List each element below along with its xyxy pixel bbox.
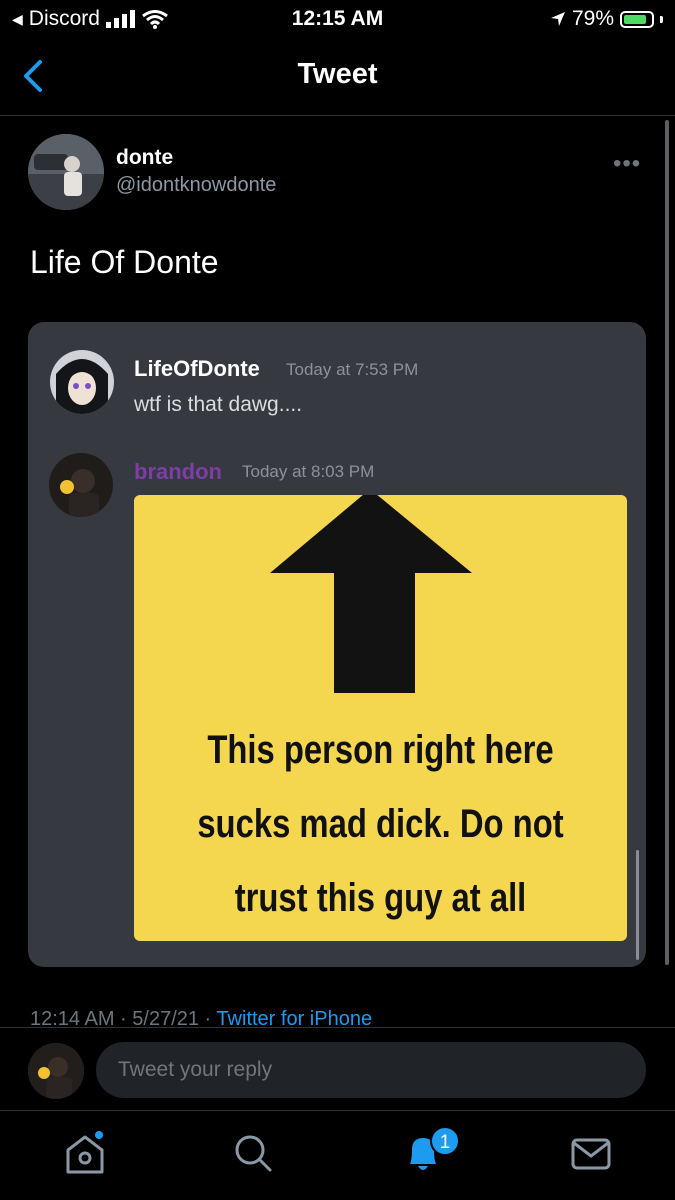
status-bar: ◀ Discord 12:15 AM 79% [0,0,675,40]
battery-icon [620,10,654,28]
user-avatar [28,1043,84,1099]
status-right: 79% [550,7,663,31]
scrollbar[interactable] [665,120,669,965]
meme-image[interactable]: This person right here sucks mad dick. D… [134,495,627,941]
reply-divider [0,1027,675,1028]
meme-caption: This person right here sucks mad dick. D… [178,713,582,935]
meme-caption-line: This person right here [207,728,554,772]
tweet-text: Life Of Donte [30,244,219,280]
message-username[interactable]: brandon [134,459,222,485]
search-icon[interactable] [228,1128,278,1178]
location-arrow-icon [550,12,565,26]
image-scrollbar [636,850,639,960]
lifeofdonte-avatar [50,350,114,414]
message-timestamp: Today at 7:53 PM [286,360,419,379]
battery-percent: 79% [571,7,614,30]
more-options-icon[interactable]: ••• [613,150,641,178]
message-text: wtf is that dawg.... [134,393,303,416]
messages-envelope-icon[interactable] [566,1128,616,1178]
notification-badge: 1 [430,1126,460,1156]
page-title: Tweet [297,58,378,90]
author-handle[interactable]: @idontknowdonte [116,174,276,197]
tweet-image[interactable]: LifeOfDonte Today at 7:53 PM wtf is that… [28,322,646,967]
message-username[interactable]: LifeOfDonte [134,356,260,382]
home-icon[interactable] [60,1128,110,1178]
author-avatar[interactable] [28,134,104,210]
meme-caption-line: trust this guy at all [234,876,527,920]
tab-bar-divider [0,1110,675,1111]
meme-caption-line: sucks mad dick. Do not [197,802,564,846]
reply-input[interactable]: Tweet your reply [96,1042,646,1098]
up-arrow-icon [270,495,472,693]
author-name[interactable]: donte [116,146,173,170]
brandon-avatar [49,453,113,517]
message-timestamp: Today at 8:03 PM [242,462,375,481]
nav-divider [0,115,675,116]
battery-tip [660,15,663,23]
